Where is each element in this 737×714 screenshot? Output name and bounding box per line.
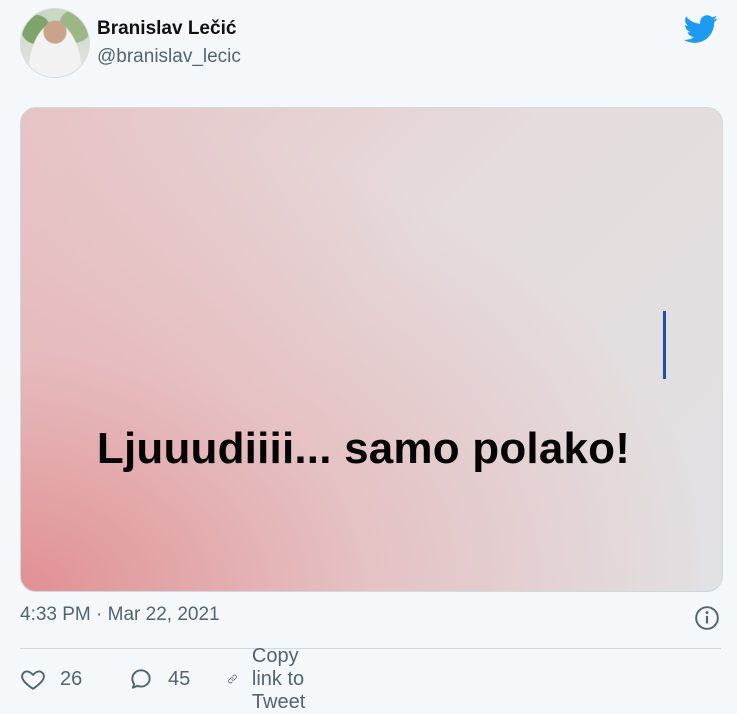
media-caption-text: Ljuuudiiii... samo polako! [96, 424, 631, 473]
tweet-timestamp[interactable]: 4:33 PM · Mar 22, 2021 [20, 604, 220, 626]
text-cursor [663, 311, 666, 379]
info-icon[interactable] [694, 605, 720, 631]
twitter-bird-icon[interactable] [681, 12, 721, 46]
link-icon [228, 674, 237, 684]
tweet-media-image[interactable]: Ljuuudiiii... samo polako! [20, 107, 723, 592]
author-handle[interactable]: @branislav_lecic [97, 46, 241, 68]
like-count: 26 [60, 667, 83, 690]
author-name[interactable]: Branislav Lečić [97, 18, 236, 40]
divider [20, 648, 721, 649]
copy-link-label: Copy link to Tweet [251, 644, 306, 713]
heart-icon [21, 670, 45, 690]
reply-bubble-icon [131, 669, 151, 689]
copy-link-button[interactable]: Copy link to Tweet [227, 645, 320, 713]
like-button[interactable]: 26 [20, 662, 82, 696]
reply-count: 45 [168, 667, 191, 690]
avatar[interactable] [20, 8, 90, 78]
reply-button[interactable]: 45 [128, 662, 190, 696]
tweet-header: Branislav Lečić @branislav_lecic [20, 8, 721, 80]
